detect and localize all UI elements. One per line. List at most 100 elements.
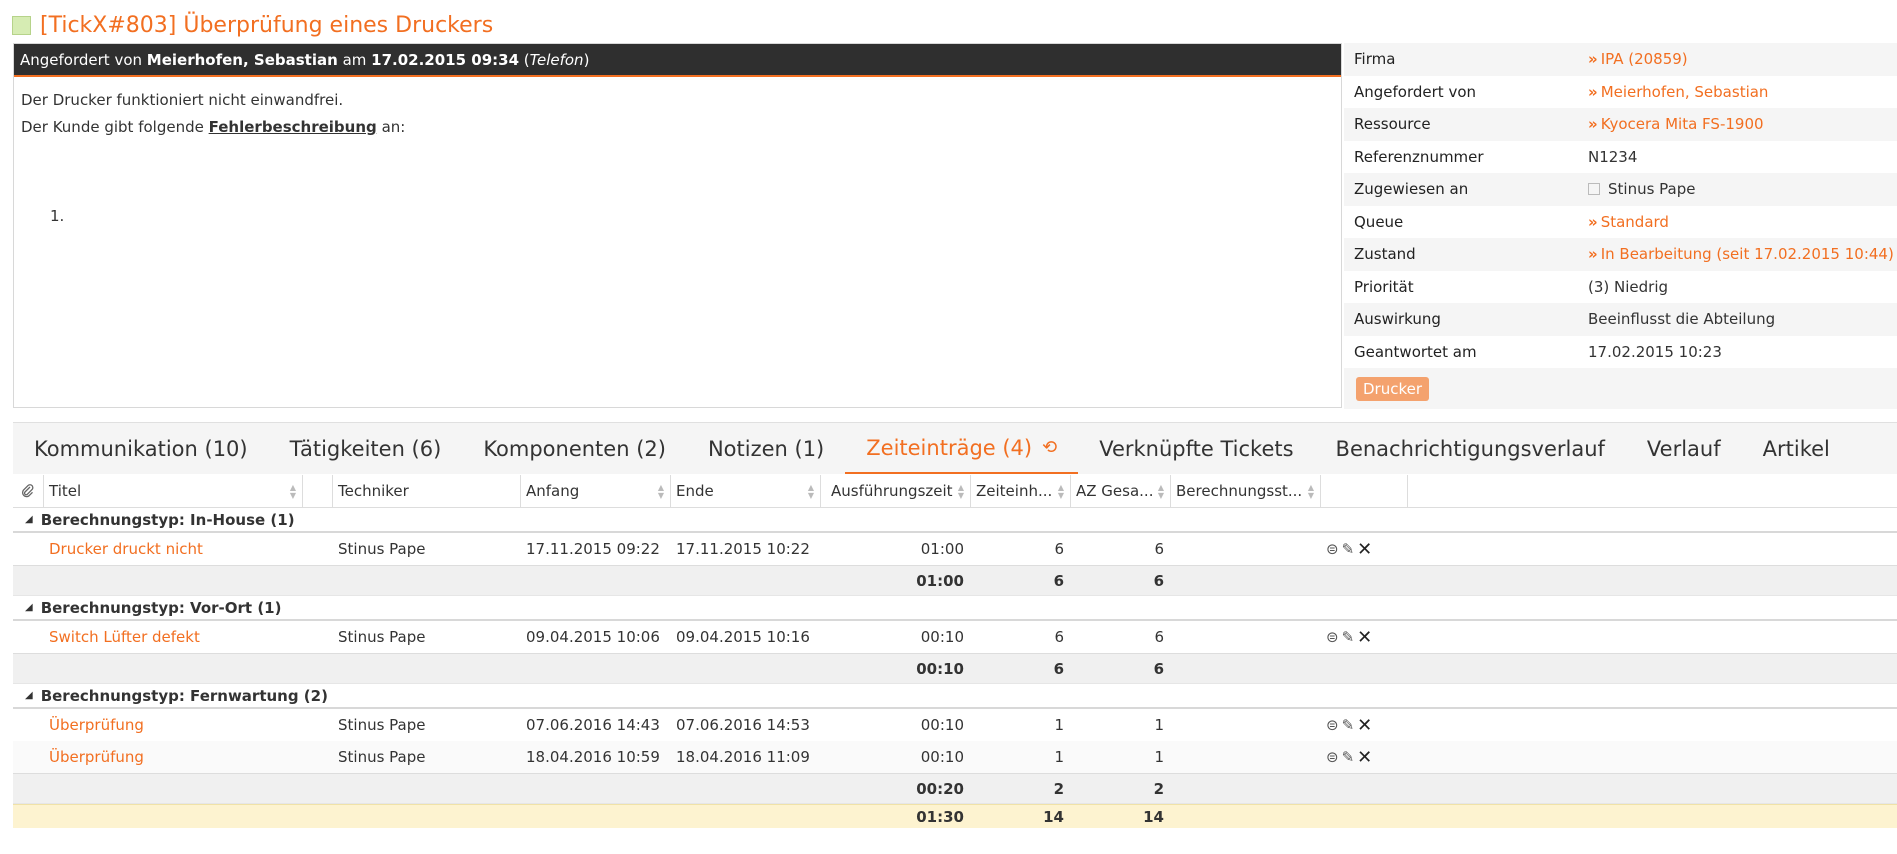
property-value-text: IPA (20859) <box>1600 50 1688 69</box>
group-header-row[interactable]: ◢ Berechnungstyp: Vor-Ort (1) <box>13 596 1897 621</box>
column-ausfuehrungszeit-label: Ausführungszeit <box>831 482 953 500</box>
tab-notizen[interactable]: Notizen (1) <box>687 423 845 474</box>
description-panel: Angefordert von Meierhofen, Sebastian am… <box>13 43 1342 408</box>
property-value-text: 17.02.2015 10:23 <box>1588 342 1722 361</box>
group-label: Berechnungstyp: In-House (1) <box>40 510 295 529</box>
comment-icon[interactable]: ⊜ <box>1326 748 1339 766</box>
column-titel[interactable]: Titel ▲ ▼ <box>44 475 303 507</box>
requester-name: Meierhofen, Sebastian <box>146 50 338 69</box>
group-header-row[interactable]: ◢ Berechnungstyp: Fernwartung (2) <box>13 684 1897 709</box>
entry-zeit: 00:10 <box>920 748 964 766</box>
property-value[interactable]: » In Bearbeitung (seit 17.02.2015 10:44) <box>1588 245 1894 263</box>
delete-icon[interactable]: ✕ <box>1357 627 1372 648</box>
tab-benachrichtigungsverlauf[interactable]: Benachrichtigungsverlauf <box>1315 423 1626 474</box>
attachment-icon[interactable] <box>13 475 44 507</box>
column-ausfuehrungszeit[interactable]: Ausführungszeit ▲ ▼ <box>821 475 971 507</box>
group-sum-row: 00:10 6 6 <box>13 653 1897 684</box>
double-chevron-icon: » <box>1588 82 1598 101</box>
group-sum-row: 00:20 2 2 <box>13 773 1897 804</box>
property-value[interactable]: » IPA (20859) <box>1588 50 1688 68</box>
comment-icon[interactable]: ⊜ <box>1326 716 1339 734</box>
delete-icon[interactable]: ✕ <box>1357 539 1372 560</box>
entry-zeit: 00:10 <box>920 716 964 734</box>
comment-icon[interactable]: ⊜ <box>1326 540 1339 558</box>
group-header-row[interactable]: ◢ Berechnungstyp: In-House (1) <box>13 508 1897 533</box>
refresh-icon[interactable]: ⟲ <box>1042 437 1057 458</box>
table-row[interactable]: Überprüfung Stinus Pape 07.06.2016 14:43 07… <box>13 709 1897 741</box>
table-row[interactable]: Überprüfung Stinus Pape 18.04.2016 10:59 18… <box>13 741 1897 773</box>
entry-zeit: 00:10 <box>920 628 964 646</box>
column-berechnungsstatus[interactable]: Berechnungsst... ▲ ▼ <box>1171 475 1321 507</box>
property-value[interactable]: » Kyocera Mita FS-1900 <box>1588 115 1764 133</box>
property-label: Zustand <box>1354 245 1416 264</box>
property-value-text: Beeinflusst die Abteilung <box>1588 310 1776 329</box>
property-value: Beeinflusst die Abteilung <box>1588 310 1775 328</box>
sort-icon: ▲ ▼ <box>657 483 664 500</box>
column-zeiteinheiten[interactable]: Zeiteinh... ▲ ▼ <box>971 475 1071 507</box>
edit-pencil-icon[interactable]: ✎ <box>1342 716 1355 734</box>
tab-taetigkeiten[interactable]: Tätigkeiten (6) <box>269 423 463 474</box>
sum-az-gesamt: 6 <box>1153 571 1164 590</box>
tab-verlauf[interactable]: Verlauf <box>1626 423 1742 474</box>
collapse-triangle-icon[interactable]: ◢ <box>25 514 33 525</box>
property-value: N1234 <box>1588 148 1637 166</box>
sort-icon: ▲ ▼ <box>957 483 964 500</box>
tab-komponenten[interactable]: Komponenten (2) <box>462 423 687 474</box>
sum-zeit: 00:10 <box>916 659 964 678</box>
comment-icon[interactable]: ⊜ <box>1326 628 1339 646</box>
tab-zeiteintraege[interactable]: Zeiteinträge (4) ⟲ <box>845 423 1079 474</box>
property-label: Firma <box>1354 50 1396 69</box>
property-value-text: Meierhofen, Sebastian <box>1600 82 1769 101</box>
property-label: Zugewiesen an <box>1354 180 1469 199</box>
property-row: Angefordert von » Meierhofen, Sebastian <box>1344 76 1897 109</box>
group-label: Berechnungstyp: Vor-Ort (1) <box>40 598 282 617</box>
tab-artikel[interactable]: Artikel <box>1742 423 1851 474</box>
collapse-triangle-icon[interactable]: ◢ <box>25 602 33 613</box>
property-label: Queue <box>1354 212 1404 231</box>
edit-pencil-icon[interactable]: ✎ <box>1342 628 1355 646</box>
property-value[interactable]: » Meierhofen, Sebastian <box>1588 83 1768 101</box>
checkbox-icon[interactable] <box>1588 183 1600 196</box>
delete-icon[interactable]: ✕ <box>1357 715 1372 736</box>
tag-drucker[interactable]: Drucker <box>1356 376 1430 401</box>
property-row: Ressource » Kyocera Mita FS-1900 <box>1344 108 1897 141</box>
time-entries-grid: Titel ▲ ▼ Techniker Anfang ▲ ▼ Ende ▲ ▼ Ausfüh… <box>13 475 1897 828</box>
column-ende[interactable]: Ende ▲ ▼ <box>671 475 821 507</box>
edit-pencil-icon[interactable]: ✎ <box>1342 540 1355 558</box>
tab-kommunikation[interactable]: Kommunikation (10) <box>13 423 269 474</box>
table-row[interactable]: Drucker druckt nicht Stinus Pape 17.11.201… <box>13 533 1897 565</box>
collapse-triangle-icon[interactable]: ◢ <box>25 690 33 701</box>
sum-zeiteinheiten: 6 <box>1053 571 1064 590</box>
sort-icon: ▲ ▼ <box>289 483 296 500</box>
sum-zeiteinheiten: 14 <box>1043 807 1064 826</box>
property-label: Referenznummer <box>1354 147 1484 166</box>
description-line-2-post: an: <box>381 118 406 136</box>
entry-zeiteinheiten: 6 <box>1054 540 1064 558</box>
property-label: Angefordert von <box>1354 82 1477 101</box>
column-techniker[interactable]: Techniker <box>333 475 521 507</box>
property-label: Auswirkung <box>1354 310 1441 329</box>
entry-zeiteinheiten: 1 <box>1054 748 1064 766</box>
tab-verknuepfte-tickets[interactable]: Verknüpfte Tickets <box>1078 423 1314 474</box>
sort-icon: ▲ ▼ <box>807 483 814 500</box>
entry-title-link[interactable]: Überprüfung <box>44 716 303 734</box>
table-row[interactable]: Switch Lüfter defekt Stinus Pape 09.04.201… <box>13 621 1897 653</box>
edit-pencil-icon[interactable]: ✎ <box>1342 748 1355 766</box>
column-anfang[interactable]: Anfang ▲ ▼ <box>521 475 671 507</box>
property-value-text: Stinus Pape <box>1608 180 1696 199</box>
entry-az-gesamt: 1 <box>1154 716 1164 734</box>
column-az-gesamt[interactable]: AZ Gesa... ▲ ▼ <box>1071 475 1171 507</box>
entry-anfang: 17.11.2015 09:22 <box>526 540 660 558</box>
entry-title-link[interactable]: Switch Lüfter defekt <box>44 628 303 646</box>
grid-header: Titel ▲ ▼ Techniker Anfang ▲ ▼ Ende ▲ ▼ Ausfüh… <box>13 475 1897 508</box>
property-value[interactable]: » Standard <box>1588 213 1669 231</box>
sum-zeiteinheiten: 6 <box>1053 659 1064 678</box>
request-prefix: Angefordert von <box>20 50 143 69</box>
sum-zeit: 00:20 <box>916 779 964 798</box>
entry-techniker: Stinus Pape <box>338 628 426 646</box>
entry-title-link[interactable]: Überprüfung <box>44 748 303 766</box>
property-row: Geantwortet am 17.02.2015 10:23 <box>1344 336 1897 369</box>
delete-icon[interactable]: ✕ <box>1357 747 1372 768</box>
request-at: am <box>342 50 367 69</box>
entry-title-link[interactable]: Drucker druckt nicht <box>44 540 303 558</box>
